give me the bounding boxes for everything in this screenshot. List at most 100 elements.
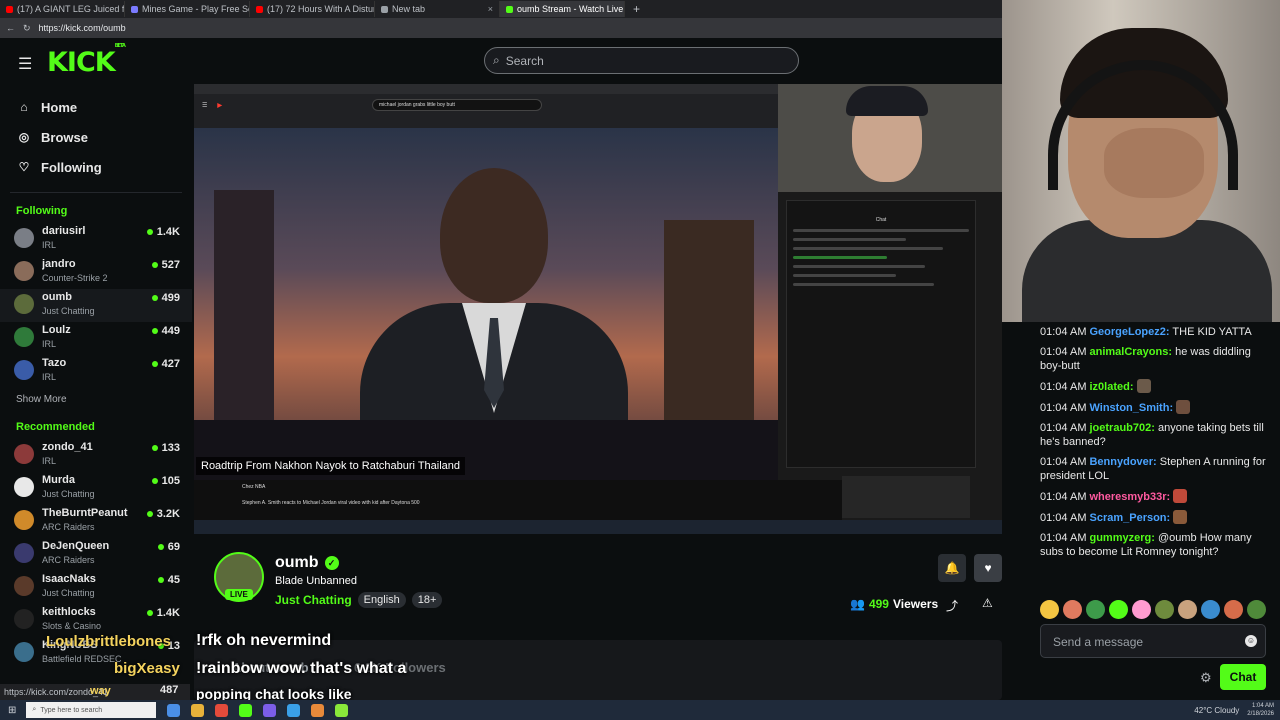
back-icon[interactable]: ← — [6, 23, 15, 33]
browser-tab[interactable]: (17) A GIANT LEG Juiced from the× — [0, 1, 125, 17]
sidebar-channel-theburntpeanut[interactable]: TheBurntPeanut ARC Raiders 3.2K — [0, 505, 192, 538]
chat-timestamp: 01:04 AM — [1040, 491, 1087, 503]
tab-close-icon[interactable]: × — [488, 4, 493, 14]
follow-heart-button[interactable]: ♥ — [974, 554, 1002, 582]
emote-icon[interactable] — [1040, 600, 1059, 619]
chrome-icon[interactable] — [215, 703, 229, 717]
sidebar-channel-dejenqueen[interactable]: DeJenQueen ARC Raiders 69 — [0, 538, 192, 571]
chat-username[interactable]: wheresmyb33r: — [1089, 491, 1170, 503]
report-icon[interactable]: ⚠ — [982, 596, 993, 610]
youtube-channel: Chez NBA — [242, 484, 266, 490]
nav-browse[interactable]: ◎ Browse — [0, 122, 192, 152]
emote-icon[interactable] — [1201, 600, 1220, 619]
overlay-username: Loulzbrittlebones — [46, 633, 171, 650]
emote-icon[interactable] — [1063, 600, 1082, 619]
app-icon[interactable] — [311, 703, 325, 717]
app-icon[interactable] — [167, 703, 181, 717]
folder-icon[interactable] — [191, 703, 205, 717]
browser-tab[interactable]: oumb Stream - Watch Live on Kick× — [500, 1, 625, 17]
chat-message: 01:04 AM Winston_Smith: — [1024, 397, 1280, 418]
chat-username[interactable]: GeorgeLopez2: — [1089, 326, 1169, 338]
emote-icon[interactable] — [1086, 600, 1105, 619]
tab-title: (17) A GIANT LEG Juiced from the — [17, 4, 125, 14]
sidebar-channel-murda[interactable]: Murda Just Chatting 105 — [0, 472, 192, 505]
chat-input[interactable]: Send a message ☺ — [1040, 624, 1266, 658]
chat-username[interactable]: animalCrayons: — [1089, 346, 1172, 358]
channel-avatar — [14, 261, 34, 281]
sidebar-channel-zondo_41[interactable]: zondo_41 IRL 133 — [0, 439, 192, 472]
emote-icon[interactable] — [1109, 600, 1128, 619]
search-input[interactable]: ⌕ Search — [484, 47, 799, 74]
notification-bell-button[interactable]: 🔔 — [938, 554, 966, 582]
age-tag[interactable]: 18+ — [411, 592, 443, 608]
search-icon: ⌕ — [493, 53, 500, 67]
emote-icon[interactable] — [1155, 600, 1174, 619]
channel-name: zondo_41 — [42, 441, 93, 453]
sidebar-channel-isaacnaks[interactable]: IsaacNaks Just Chatting 45 — [0, 571, 192, 604]
secondary-webcam — [778, 84, 1002, 192]
os-search-input[interactable]: ⌕ Type here to search — [26, 702, 157, 718]
kick-logo[interactable]: KICKBETA — [47, 43, 126, 78]
app-icon[interactable] — [287, 703, 301, 717]
sidebar-channel-tazo[interactable]: Tazo IRL 427 — [0, 355, 192, 388]
nav-home[interactable]: ⌂ Home — [0, 92, 192, 122]
new-tab-icon[interactable]: + — [625, 2, 648, 16]
emote-icon[interactable] — [1132, 600, 1151, 619]
reload-icon[interactable]: ↻ — [23, 23, 31, 34]
menu-icon[interactable]: ☰ — [18, 54, 32, 74]
emote-icon[interactable] — [1178, 600, 1197, 619]
system-tray: 42°C Cloudy 1:04 AM 2/18/2026 — [1194, 702, 1274, 718]
emote-icon[interactable] — [1224, 600, 1243, 619]
emoji-icon[interactable]: ☺ — [1245, 635, 1257, 647]
embedded-taskbar — [194, 520, 1002, 534]
recommended-title: Recommended — [16, 421, 95, 433]
browser-tab[interactable]: (17) 72 Hours With A Disturbed Yo× — [250, 1, 375, 17]
youtube-description: Stephen A. Smith reacts to Michael Jorda… — [242, 500, 420, 506]
video-player[interactable]: ☰ ▶ michael jordan grabs little boy butt… — [194, 84, 1002, 534]
sidebar-channel-loulz[interactable]: Loulz IRL 449 — [0, 322, 192, 355]
app-icon[interactable] — [335, 703, 349, 717]
chat-username[interactable]: Scram_Person: — [1089, 512, 1170, 524]
os-search-icon: ⌕ — [32, 706, 37, 713]
tab-title: (17) 72 Hours With A Disturbed Yo — [267, 4, 374, 14]
overlay-count: 487 — [160, 684, 179, 696]
live-badge: LIVE — [225, 589, 253, 600]
chat-message: 01:04 AM GeorgeLopez2: THE KID YATTA — [1024, 322, 1280, 342]
streamer-name[interactable]: oumb — [275, 554, 319, 572]
live-dot-icon — [151, 445, 158, 451]
stream-category[interactable]: Just Chatting — [275, 593, 352, 607]
sidebar-channel-dariusirl[interactable]: dariusirl IRL 1.4K — [0, 223, 192, 256]
browser-tab[interactable]: New tab × — [375, 1, 500, 17]
clock[interactable]: 1:04 AM 2/18/2026 — [1247, 702, 1274, 718]
nav-following[interactable]: ♡ Following — [0, 152, 192, 182]
address-bar[interactable]: ← ↻ https://kick.com/oumb — [0, 18, 1002, 38]
following-list: dariusirl IRL 1.4K jandro Counter-Strike 2 52… — [0, 223, 192, 388]
channel-viewers: 105 — [151, 475, 180, 487]
chat-input-placeholder: Send a message — [1053, 635, 1144, 649]
weather-text[interactable]: 42°C Cloudy — [1194, 706, 1239, 715]
chat-username[interactable]: joetraub702: — [1089, 422, 1154, 434]
browser-tab[interactable]: Mines Game - Play Free Social Ca× — [125, 1, 250, 17]
chat-send-button[interactable]: Chat — [1220, 664, 1266, 690]
chat-username[interactable]: Winston_Smith: — [1089, 402, 1173, 414]
chat-settings-icon[interactable]: ⚙ — [1200, 670, 1212, 686]
sidebar-channel-oumb[interactable]: oumb Just Chatting 499 — [0, 289, 192, 322]
share-icon[interactable]: ⤴ — [946, 597, 958, 614]
nav-home-label: Home — [41, 99, 78, 115]
channel-name: jandro — [42, 258, 76, 270]
windows-start-icon[interactable]: ⊞ — [8, 705, 16, 716]
chat-username[interactable]: Bennydover: — [1089, 456, 1156, 468]
chat-messages: 01:04 AM GeorgeLopez2: THE KID YATTA 01:04… — [1024, 322, 1280, 562]
url-text[interactable]: https://kick.com/oumb — [39, 23, 126, 33]
app-icon[interactable] — [263, 703, 277, 717]
show-more-button[interactable]: Show More — [0, 388, 192, 409]
chat-username[interactable]: iz0lated: — [1089, 381, 1133, 393]
viewers-icon: 👥 — [850, 597, 865, 611]
channel-text: Tazo IRL — [42, 357, 66, 383]
language-tag[interactable]: English — [357, 592, 406, 608]
sidebar-channel-jandro[interactable]: jandro Counter-Strike 2 527 — [0, 256, 192, 289]
chat-username[interactable]: gummyzerg: — [1089, 532, 1154, 544]
emote-icon[interactable] — [1247, 600, 1266, 619]
chat-line — [793, 283, 934, 286]
kick-app-icon[interactable] — [239, 703, 253, 717]
